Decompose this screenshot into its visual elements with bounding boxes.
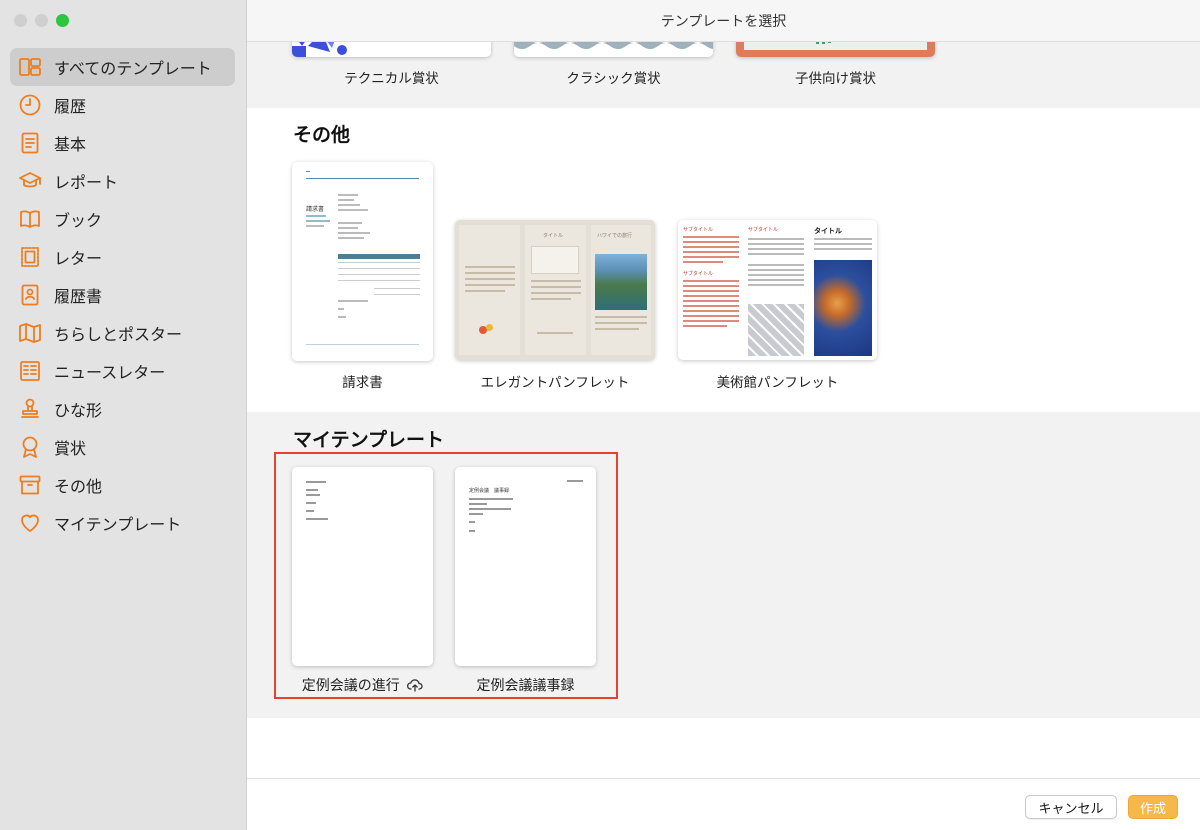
create-button[interactable]: 作成 — [1128, 795, 1178, 819]
template-label-meeting-minutes: 定例会議議事録 — [476, 678, 575, 694]
sidebar-item-label: ちらしとポスター — [54, 325, 183, 344]
sidebar-item-label: 履歴 — [54, 97, 87, 116]
minutes-heading: 定例会議 議事録 — [469, 488, 510, 494]
main-area: テンプレートを選択 テクニカル賞状 クラシック賞状 子供向け賞状 その他 請求書… — [247, 0, 1200, 830]
museum-subtitle-3: サブタイトル — [748, 227, 779, 233]
stamp-icon — [18, 245, 42, 269]
sidebar-item-label: レター — [54, 249, 103, 268]
template-label-museum-pamphlet: 美術館パンフレット — [716, 375, 839, 391]
sidebar-item-all-templates[interactable]: すべてのテンプレート — [10, 48, 235, 86]
sidebar-item-label: ニュースレター — [54, 363, 166, 382]
sidebar-item-letter[interactable]: レター — [10, 238, 235, 276]
heart-icon — [18, 511, 42, 535]
pamphlet-travel-title: ハワイでの旅行 — [597, 233, 633, 239]
template-gallery[interactable]: テクニカル賞状 クラシック賞状 子供向け賞状 その他 請求書 請求書 タイトル … — [247, 42, 1200, 778]
template-thumb-meeting-agenda[interactable] — [292, 467, 433, 666]
sidebar-item-history[interactable]: 履歴 — [10, 86, 235, 124]
sidebar-item-report[interactable]: レポート — [10, 162, 235, 200]
invoice-heading: 請求書 — [306, 206, 325, 213]
template-thumb-kids-award[interactable] — [736, 42, 935, 57]
clock-icon — [18, 93, 42, 117]
template-label-technical-award: テクニカル賞状 — [344, 71, 439, 87]
section-title-other: その他 — [293, 124, 351, 146]
sidebar-item-newsletter[interactable]: ニュースレター — [10, 352, 235, 390]
sidebar-item-awards[interactable]: 賞状 — [10, 428, 235, 466]
seal-icon — [18, 397, 42, 421]
window-controls — [14, 14, 69, 27]
minimize-button[interactable] — [35, 14, 48, 27]
zoom-button[interactable] — [56, 14, 69, 27]
sidebar-item-my-templates[interactable]: マイテンプレート — [10, 504, 235, 542]
resume-icon — [18, 283, 42, 307]
cancel-button[interactable]: キャンセル — [1025, 795, 1117, 819]
window-title: テンプレートを選択 — [247, 0, 1200, 42]
document-icon — [18, 131, 42, 155]
sidebar-item-book[interactable]: ブック — [10, 200, 235, 238]
cloud-upload-icon — [407, 678, 423, 696]
graduation-cap-icon — [18, 169, 42, 193]
pamphlet-title: タイトル — [543, 233, 564, 239]
museum-subtitle-1: サブタイトル — [683, 227, 714, 233]
sidebar-nav: すべてのテンプレート 履歴 基本 レポート ブック レター 履歴書 ちらしとポス… — [10, 48, 235, 542]
template-thumb-invoice[interactable]: 請求書 — [292, 162, 433, 361]
template-thumb-technical-award[interactable] — [292, 42, 491, 57]
map-icon — [18, 321, 42, 345]
template-label-kids-award: 子供向け賞状 — [795, 71, 876, 87]
sidebar-item-forms[interactable]: ひな形 — [10, 390, 235, 428]
classic-award-preview — [514, 42, 713, 49]
template-label-meeting-agenda: 定例会議の進行 — [292, 675, 433, 696]
technical-award-preview — [292, 42, 347, 57]
sidebar-item-label: すべてのテンプレート — [54, 59, 212, 78]
sidebar-item-label: その他 — [54, 477, 103, 496]
sidebar-item-flyers[interactable]: ちらしとポスター — [10, 314, 235, 352]
museum-title: タイトル — [814, 227, 842, 235]
template-label-classic-award: クラシック賞状 — [566, 71, 661, 87]
template-chooser-window: すべてのテンプレート 履歴 基本 レポート ブック レター 履歴書 ちらしとポス… — [0, 0, 1200, 830]
footer-bar: キャンセル 作成 — [247, 778, 1200, 830]
sidebar-item-label: マイテンプレート — [54, 515, 182, 534]
template-label-invoice: 請求書 — [342, 375, 383, 391]
sidebar: すべてのテンプレート 履歴 基本 レポート ブック レター 履歴書 ちらしとポス… — [0, 0, 247, 830]
all-templates-icon — [18, 55, 42, 79]
template-thumb-museum-pamphlet[interactable]: サブタイトル サブタイトル サブタイトル タイトル — [678, 220, 877, 360]
award-icon — [18, 435, 42, 459]
kids-award-preview — [736, 42, 935, 57]
archive-box-icon — [18, 473, 42, 497]
sidebar-item-resume[interactable]: 履歴書 — [10, 276, 235, 314]
sidebar-item-other[interactable]: その他 — [10, 466, 235, 504]
close-button[interactable] — [14, 14, 27, 27]
sidebar-item-label: ひな形 — [54, 401, 103, 420]
template-thumb-elegant-pamphlet[interactable]: タイトル ハワイでの旅行 — [455, 220, 655, 360]
sidebar-item-label: レポート — [54, 173, 119, 192]
section-title-my-templates: マイテンプレート — [293, 429, 445, 451]
sidebar-item-basic[interactable]: 基本 — [10, 124, 235, 162]
template-label-elegant-pamphlet: エレガントパンフレット — [480, 375, 630, 391]
book-icon — [18, 207, 42, 231]
sidebar-item-label: 履歴書 — [54, 287, 103, 306]
sidebar-item-label: 基本 — [54, 135, 87, 154]
sidebar-item-label: 賞状 — [54, 439, 87, 458]
template-thumb-classic-award[interactable] — [514, 42, 713, 57]
sidebar-item-label: ブック — [54, 211, 103, 230]
museum-subtitle-2: サブタイトル — [683, 271, 714, 277]
template-thumb-meeting-minutes[interactable]: 定例会議 議事録 — [455, 467, 596, 666]
newsletter-icon — [18, 359, 42, 383]
